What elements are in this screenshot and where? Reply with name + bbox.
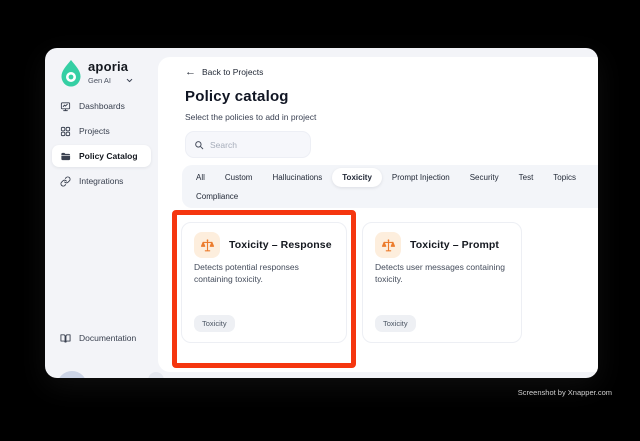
card-description: Detects potential responses containing t…	[194, 262, 299, 285]
workspace-switcher[interactable]: aporia Gen AI	[60, 59, 134, 88]
screenshot-watermark: Screenshot by Xnapper.com	[517, 388, 612, 397]
search-icon	[195, 140, 204, 149]
sidebar-item-projects[interactable]: Projects	[52, 120, 151, 142]
app-window: aporia Gen AI Dashboards Projects Policy…	[45, 48, 598, 378]
sidebar-item-label: Integrations	[79, 176, 124, 186]
workspace-name: Gen AI	[88, 76, 111, 85]
card-description: Detects user messages containing toxicit…	[375, 262, 505, 285]
book-icon	[60, 333, 71, 343]
tab-compliance[interactable]: Compliance	[186, 187, 248, 206]
sidebar-item-documentation[interactable]: Documentation	[52, 327, 151, 349]
sidebar-item-dashboards[interactable]: Dashboards	[52, 95, 151, 117]
tab-security[interactable]: Security	[460, 168, 509, 187]
folder-icon	[61, 152, 71, 160]
card-tag: Toxicity	[194, 315, 235, 332]
brand-name: aporia	[88, 59, 129, 74]
dashboard-icon	[60, 101, 71, 111]
back-arrow-icon: ←	[185, 66, 196, 78]
card-title: Toxicity – Prompt	[410, 239, 500, 251]
sidebar-item-label: Projects	[79, 126, 110, 136]
link-icon	[60, 176, 71, 186]
policy-card-toxicity-prompt[interactable]: Toxicity – Prompt Detects user messages …	[362, 222, 522, 343]
back-to-projects-link[interactable]: ← Back to Projects	[185, 66, 264, 78]
tab-test[interactable]: Test	[509, 168, 544, 187]
tab-toxicity[interactable]: Toxicity	[332, 168, 382, 187]
sidebar-item-label: Dashboards	[79, 101, 125, 111]
back-link-label: Back to Projects	[202, 67, 264, 77]
projects-grid-icon	[60, 126, 71, 136]
tab-all[interactable]: All	[186, 168, 215, 187]
page-subtitle: Select the policies to add in project	[185, 112, 317, 122]
tab-topics[interactable]: Topics	[543, 168, 586, 187]
aporia-logo-icon	[61, 60, 81, 87]
sidebar-item-label: Policy Catalog	[79, 151, 138, 161]
search-input[interactable]	[210, 139, 302, 150]
chevron-down-icon[interactable]	[125, 76, 134, 85]
sidebar-item-label: Documentation	[79, 333, 137, 343]
scales-icon	[194, 232, 220, 258]
avatar[interactable]	[57, 371, 87, 378]
search-box[interactable]	[185, 131, 311, 158]
policy-card-toxicity-response[interactable]: Toxicity – Response Detects potential re…	[181, 222, 347, 343]
page-title: Policy catalog	[185, 88, 289, 105]
card-tag: Toxicity	[375, 315, 416, 332]
tab-prompt-injection[interactable]: Prompt Injection	[382, 168, 460, 187]
decorative-circle	[148, 372, 164, 378]
sidebar-item-policy-catalog[interactable]: Policy Catalog	[52, 145, 151, 167]
sidebar-item-integrations[interactable]: Integrations	[52, 170, 151, 192]
tab-hallucinations[interactable]: Hallucinations	[262, 168, 332, 187]
main-panel: ← Back to Projects Policy catalog Select…	[158, 57, 598, 372]
sidebar: aporia Gen AI Dashboards Projects Policy…	[45, 48, 164, 378]
policy-filter-tabs: All Custom Hallucinations Toxicity Promp…	[182, 165, 598, 208]
tab-custom[interactable]: Custom	[215, 168, 263, 187]
scales-icon	[375, 232, 401, 258]
card-title: Toxicity – Response	[229, 239, 332, 251]
